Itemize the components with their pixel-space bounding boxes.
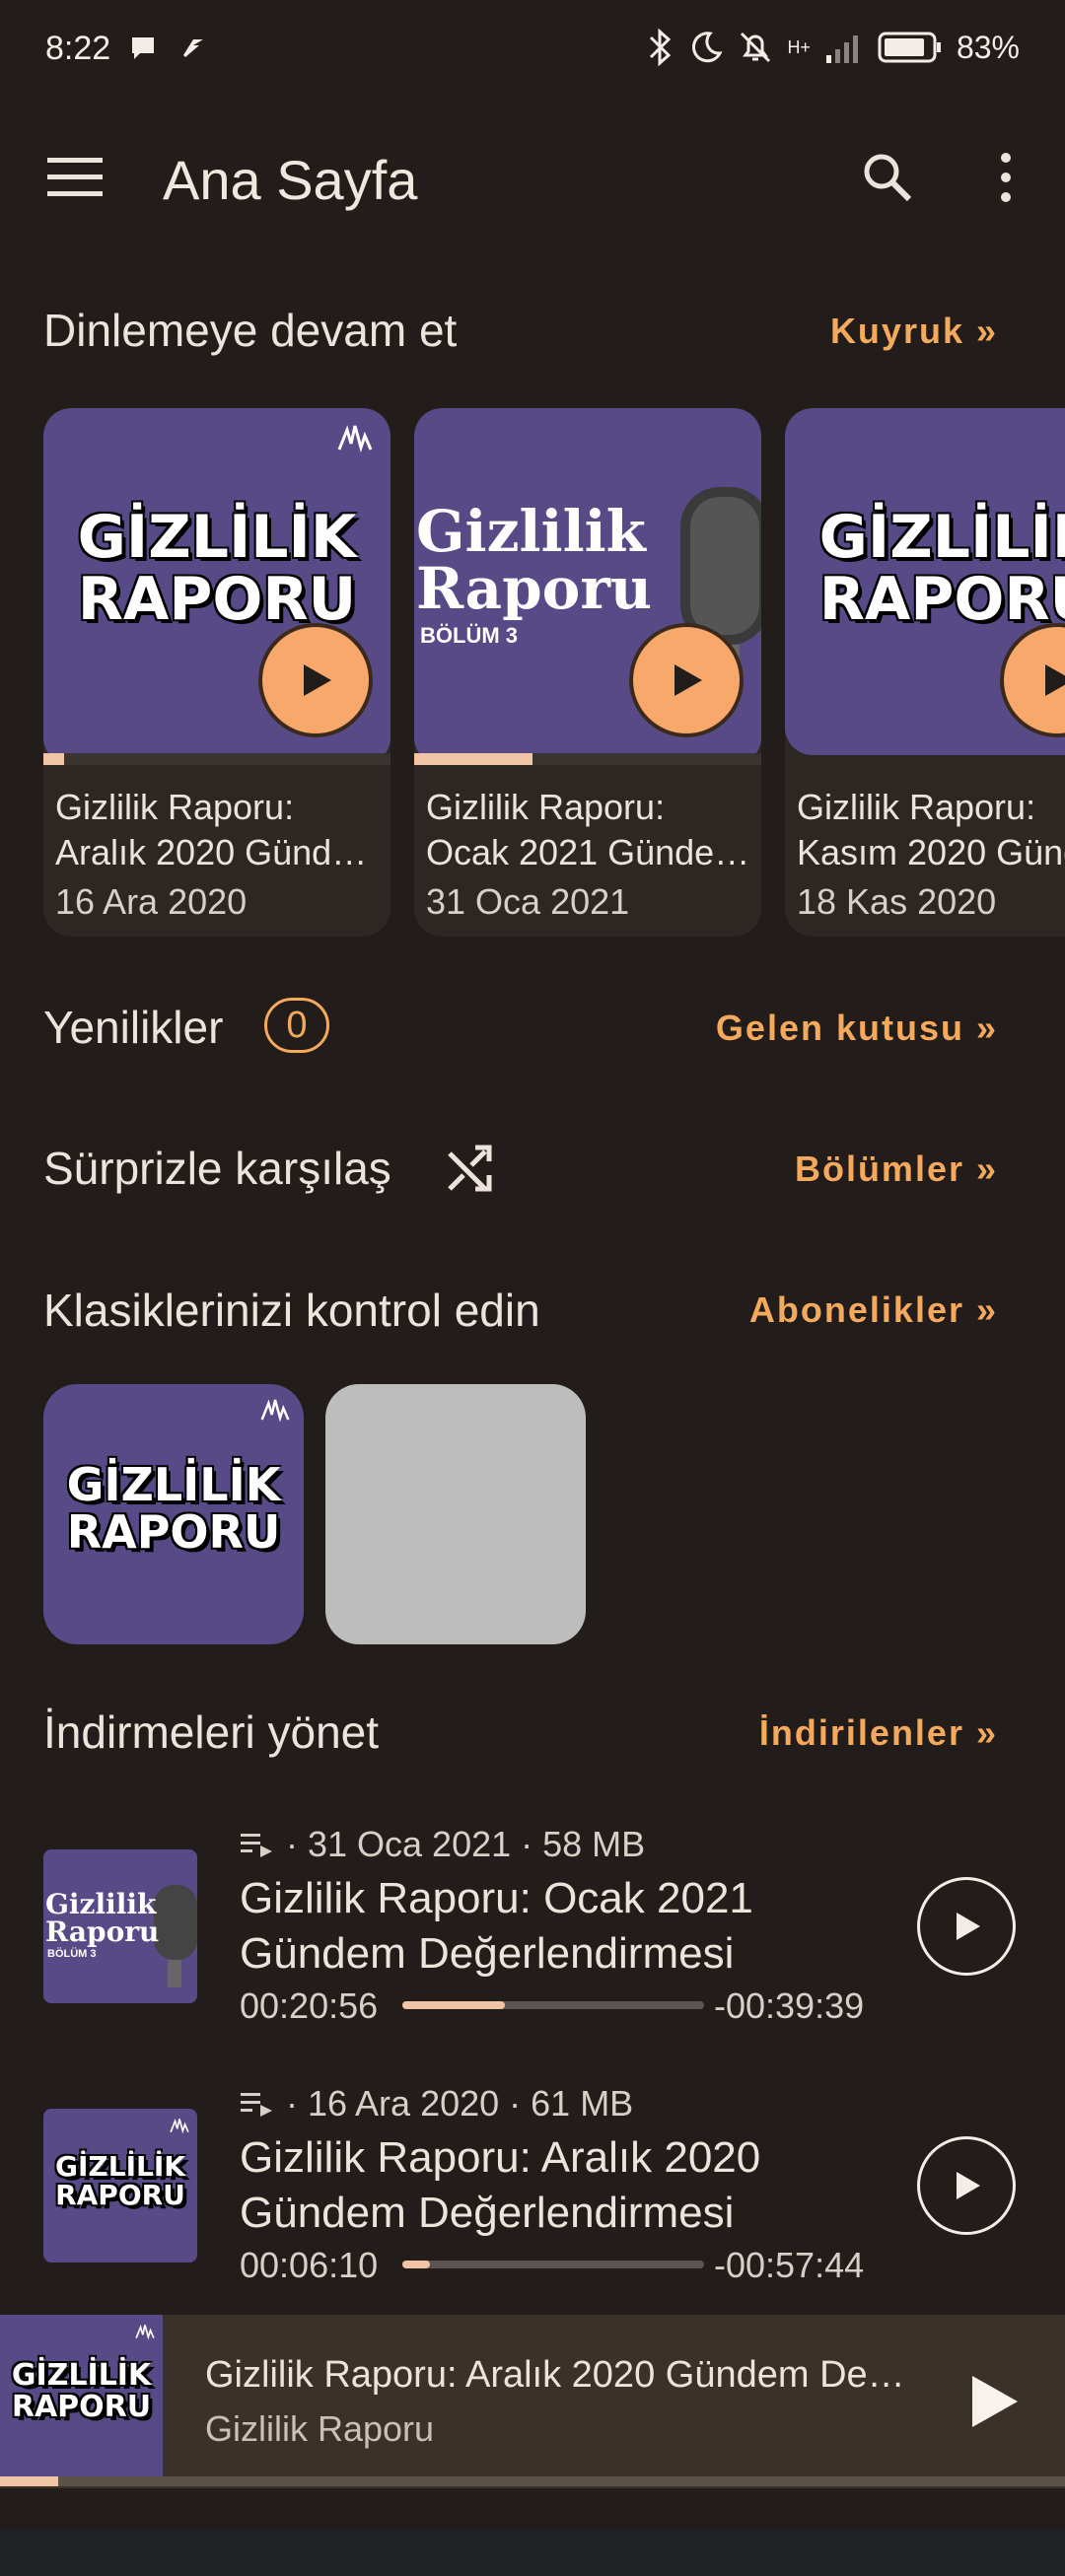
podcast-cover[interactable]: GİZLİLİK RAPORU xyxy=(43,1384,304,1644)
shuffle-icon[interactable] xyxy=(446,1144,495,1193)
play-icon xyxy=(1045,664,1065,696)
artwork-logo-text: GİZLİLİK RAPORU xyxy=(77,503,357,634)
play-icon xyxy=(674,664,702,696)
play-icon xyxy=(957,2172,980,2199)
playlist-queued-icon xyxy=(241,1834,272,1857)
anchor-waves-icon xyxy=(135,2324,155,2340)
new-episodes-count-badge: 0 xyxy=(264,998,329,1053)
artwork-logo-text: Gizlilik Raporu xyxy=(416,498,653,622)
episodes-link[interactable]: Bölümler » xyxy=(795,1149,998,1190)
signal-icon xyxy=(825,35,858,63)
battery-percent: 83% xyxy=(956,29,1020,65)
surprise-title: Sürprizle karşılaş xyxy=(43,1143,391,1194)
episode-thumbnail: GİZLİLİK RAPORU xyxy=(43,2109,197,2263)
episode-card-clip: GİZLİLİK RAPORU Gizlilik Raporu: Kasım 2… xyxy=(785,408,1065,937)
search-icon[interactable] xyxy=(858,148,917,207)
continue-listening-title: Dinlemeye devam et xyxy=(43,305,458,356)
episode-title: Gizlilik Raporu: Kasım 2020 Gündem Değer… xyxy=(797,787,1065,872)
episode-title: Gizlilik Raporu: Aralık 2020 Gündem Değe… xyxy=(55,787,381,872)
play-button[interactable] xyxy=(258,623,373,737)
play-icon xyxy=(304,664,331,696)
episode-date: 31 Oca 2021 xyxy=(426,881,630,922)
episode-thumbnail: Gizlilik Raporu BÖLÜM 3 xyxy=(43,1849,197,2003)
battery-icon xyxy=(878,32,941,63)
progress-fill xyxy=(414,753,532,765)
anchor-waves-icon xyxy=(170,2118,189,2134)
artwork-logo-text: GİZLİLİK RAPORU xyxy=(818,503,1065,634)
artwork-logo-text: GİZLİLİK RAPORU xyxy=(11,2358,152,2424)
elapsed-time: 00:20:56 xyxy=(240,1985,379,2026)
download-row[interactable]: GİZLİLİK RAPORU · 16 Ara 2020 · 61 MB Gi… xyxy=(0,2073,1065,2300)
status-icons: H+ 83% xyxy=(645,28,1020,67)
episode-date: 16 Ara 2020 xyxy=(55,881,248,922)
queue-link[interactable]: Kuyruk » xyxy=(830,311,998,352)
progress-fill xyxy=(402,2001,506,2009)
artwork-logo-text: Gizlilik Raporu xyxy=(45,1888,160,1948)
progress-fill xyxy=(0,2476,59,2486)
progress-fill xyxy=(43,753,65,765)
news-title: Yenilikler xyxy=(43,1002,224,1053)
artwork-logo-text: GİZLİLİK RAPORU xyxy=(66,1458,281,1560)
remaining-time: -00:57:44 xyxy=(714,2245,865,2285)
episode-date: 18 Kas 2020 xyxy=(797,881,997,922)
download-meta: · 31 Oca 2021 · 58 MB xyxy=(286,1824,646,1864)
episode-title: Gizlilik Raporu: Ocak 2021 Gündem Değerl… xyxy=(240,1874,753,1978)
now-playing-artwork: GİZLİLİK RAPORU xyxy=(0,2315,163,2477)
download-meta: · 16 Ara 2020 · 61 MB xyxy=(286,2083,634,2123)
system-navigation-bar xyxy=(0,2529,1065,2576)
episode-card[interactable]: Gizlilik Raporu BÖLÜM 3 Gizlilik Raporu:… xyxy=(414,408,761,937)
anchor-waves-icon xyxy=(337,425,373,453)
downloads-title: İndirmeleri yönet xyxy=(43,1706,380,1758)
elapsed-time: 00:06:10 xyxy=(240,2245,379,2285)
classics-title: Klasiklerinizi kontrol edin xyxy=(43,1285,540,1336)
progress-track xyxy=(0,2476,1065,2486)
status-bar: 8:22 H+ 83% xyxy=(0,0,1065,99)
anchor-waves-icon xyxy=(260,1399,290,1423)
progress-track xyxy=(43,753,390,765)
progress-fill xyxy=(402,2261,430,2268)
downloads-link[interactable]: İndirilenler » xyxy=(759,1712,998,1754)
play-button[interactable] xyxy=(917,1877,1016,1976)
inbox-link[interactable]: Gelen kutusu » xyxy=(716,1008,998,1049)
chat-bubble-icon xyxy=(132,37,154,59)
muted-bell-icon xyxy=(741,32,771,63)
now-playing-podcast: Gizlilik Raporu xyxy=(205,2408,435,2449)
podcast-cover-placeholder[interactable] xyxy=(325,1384,586,1644)
play-icon[interactable] xyxy=(966,2372,1022,2431)
status-time: 8:22 xyxy=(45,30,111,67)
episode-card[interactable]: GİZLİLİK RAPORU Gizlilik Raporu: Kasım 2… xyxy=(785,408,1065,937)
hamburger-menu-icon[interactable] xyxy=(47,158,103,197)
artwork-episode-label: BÖLÜM 3 xyxy=(47,1948,97,1960)
episode-title: Gizlilik Raporu: Aralık 2020 Gündem Değe… xyxy=(240,2133,761,2237)
now-playing-title: Gizlilik Raporu: Aralık 2020 Gündem Değe… xyxy=(205,2354,925,2396)
do-not-disturb-moon-icon xyxy=(692,32,723,63)
mini-player[interactable]: GİZLİLİK RAPORU Gizlilik Raporu: Aralık … xyxy=(0,2315,1065,2488)
network-type: H+ xyxy=(787,36,811,57)
more-options-icon[interactable] xyxy=(986,148,1026,207)
remaining-time: -00:39:39 xyxy=(714,1985,865,2026)
bluetooth-icon xyxy=(650,28,672,67)
play-button[interactable] xyxy=(629,623,744,737)
artwork-episode-label: BÖLÜM 3 xyxy=(420,623,518,648)
app-notification-icon xyxy=(183,39,203,57)
page-title: Ana Sayfa xyxy=(163,149,418,211)
playlist-queued-icon xyxy=(241,2093,272,2117)
episode-title: Gizlilik Raporu: Ocak 2021 Gündem Değerl… xyxy=(426,787,751,872)
play-button[interactable] xyxy=(917,2136,1016,2235)
play-icon xyxy=(957,1913,980,1940)
episode-card[interactable]: GİZLİLİK RAPORU Gizlilik Raporu: Aralık … xyxy=(43,408,390,937)
download-row[interactable]: Gizlilik Raporu BÖLÜM 3 · 31 Oca 2021 · … xyxy=(0,1814,1065,2041)
artwork-logo-text: GİZLİLİK RAPORU xyxy=(55,2150,185,2212)
subscriptions-link[interactable]: Abonelikler » xyxy=(749,1289,998,1331)
progress-track xyxy=(402,2261,704,2268)
